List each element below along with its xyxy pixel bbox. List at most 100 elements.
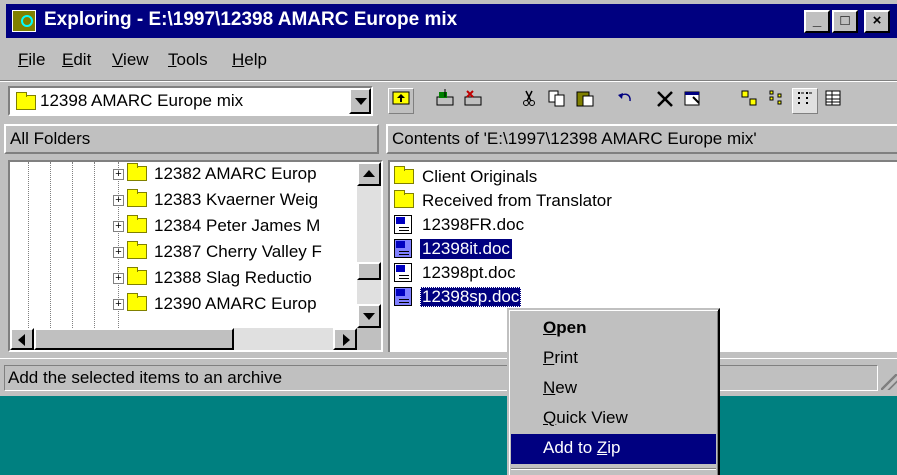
undo-icon[interactable] xyxy=(612,88,638,114)
title-bar[interactable]: Exploring - E:\1997\12398 AMARC Europe m… xyxy=(6,4,897,38)
folder-icon xyxy=(127,241,147,264)
expand-plus-icon[interactable]: + xyxy=(113,273,124,284)
up-one-level-icon[interactable] xyxy=(388,88,414,114)
file-name: Received from Translator xyxy=(422,191,612,210)
tree-guide-line xyxy=(50,162,51,328)
status-bar: Add the selected items to an archive xyxy=(0,358,897,394)
tree-item-label: 12384 Peter James M xyxy=(154,216,321,235)
menu-help[interactable]: Help xyxy=(232,50,267,70)
scroll-up-button[interactable] xyxy=(357,162,381,186)
word-document-icon xyxy=(394,215,412,239)
contents-header: Contents of 'E:\1997\12398 AMARC Europe … xyxy=(386,124,897,154)
file-name: 12398it.doc xyxy=(420,239,512,259)
word-document-icon xyxy=(394,239,412,263)
folder-icon xyxy=(127,189,147,212)
expand-plus-icon[interactable]: + xyxy=(113,299,124,310)
menu-file-label: ile xyxy=(28,50,46,69)
ctx-quickview-accel: Q xyxy=(543,408,557,427)
ctx-addzip-label: ip xyxy=(607,438,621,457)
context-menu-quick-view[interactable]: Quick View xyxy=(511,404,716,434)
file-name: 12398sp.doc xyxy=(420,287,522,307)
scrollbar-corner xyxy=(357,328,381,350)
paste-icon[interactable] xyxy=(572,88,598,114)
menu-tools-label: ools xyxy=(176,50,208,69)
tree-item-label: 12387 Cherry Valley F xyxy=(154,242,322,261)
ctx-addzip-prefix: Add to xyxy=(543,438,597,457)
folder-icon xyxy=(394,166,414,189)
menu-edit-label: dit xyxy=(73,50,92,69)
file-name: Client Originals xyxy=(422,167,538,186)
tree-item-label: 12383 Kvaerner Weig xyxy=(154,190,319,209)
menu-tools-accel: T xyxy=(168,50,177,69)
ctx-new-label: ew xyxy=(555,378,578,397)
tree-vertical-scrollbar[interactable] xyxy=(357,162,381,328)
folder-icon xyxy=(127,267,147,290)
all-folders-header: All Folders xyxy=(4,124,379,154)
menu-bar: File Edit View Tools Help xyxy=(0,46,897,74)
context-menu-add-to-zip[interactable]: Add to Zip xyxy=(511,434,716,464)
explorer-app-icon[interactable] xyxy=(12,10,36,32)
address-combo[interactable]: 12398 AMARC Europe mix xyxy=(8,86,373,116)
word-document-icon xyxy=(394,287,412,311)
menu-tools[interactable]: Tools xyxy=(168,50,208,70)
close-button[interactable]: × xyxy=(864,10,890,33)
context-menu-separator xyxy=(511,468,716,470)
address-dropdown-button[interactable] xyxy=(349,88,371,114)
menu-view-label: iew xyxy=(123,50,149,69)
folder-icon xyxy=(16,92,36,115)
folder-icon xyxy=(127,293,147,316)
scroll-thumb[interactable] xyxy=(357,262,381,280)
horizontal-scroll-thumb[interactable] xyxy=(34,328,234,350)
expand-plus-icon[interactable]: + xyxy=(113,221,124,232)
tree-item-label: 12382 AMARC Europ xyxy=(154,164,317,183)
expand-plus-icon[interactable]: + xyxy=(113,195,124,206)
menu-view[interactable]: View xyxy=(112,50,149,70)
folder-icon xyxy=(394,190,414,213)
list-view-icon[interactable] xyxy=(792,88,818,114)
ctx-addzip-accel: Z xyxy=(596,438,608,457)
expand-plus-icon[interactable]: + xyxy=(113,247,124,258)
small-icons-view-icon[interactable] xyxy=(764,88,790,114)
ctx-open-label: pen xyxy=(556,318,587,337)
resize-grip-icon[interactable] xyxy=(881,374,897,390)
scroll-right-button[interactable] xyxy=(333,328,357,350)
menu-edit[interactable]: Edit xyxy=(62,50,91,70)
copy-icon[interactable] xyxy=(544,88,570,114)
disconnect-drive-icon[interactable] xyxy=(460,88,486,114)
minimize-button[interactable]: _ xyxy=(804,10,830,33)
expand-plus-icon[interactable]: + xyxy=(113,169,124,180)
file-name: 12398pt.doc xyxy=(422,263,516,282)
ctx-quickview-label: uick View xyxy=(556,408,628,427)
file-name: 12398FR.doc xyxy=(422,215,525,234)
tree-guide-line xyxy=(72,162,73,328)
maximize-button[interactable]: □ xyxy=(832,10,858,33)
menu-edit-accel: E xyxy=(62,50,74,69)
context-menu-print[interactable]: Print xyxy=(511,344,716,374)
folder-icon xyxy=(127,163,147,186)
context-menu-new[interactable]: New xyxy=(511,374,716,404)
status-text: Add the selected items to an archive xyxy=(4,365,878,391)
ctx-print-label: rint xyxy=(554,348,578,367)
scroll-left-button[interactable] xyxy=(10,328,34,350)
properties-icon[interactable] xyxy=(680,88,706,114)
menu-help-accel: H xyxy=(232,50,245,69)
details-view-icon[interactable] xyxy=(820,88,846,114)
menu-divider xyxy=(0,80,897,82)
menu-file[interactable]: File xyxy=(18,50,45,70)
ctx-print-accel: P xyxy=(543,348,555,367)
menu-file-accel: F xyxy=(18,50,29,69)
large-icons-view-icon[interactable] xyxy=(736,88,762,114)
scroll-down-button[interactable] xyxy=(357,304,381,328)
explorer-window: Exploring - E:\1997\12398 AMARC Europe m… xyxy=(0,0,897,396)
tree-horizontal-scrollbar[interactable] xyxy=(10,328,357,350)
cut-icon[interactable] xyxy=(516,88,542,114)
context-menu-open[interactable]: Open xyxy=(511,314,716,344)
delete-icon[interactable] xyxy=(652,88,678,114)
folder-icon xyxy=(127,215,147,238)
map-drive-icon[interactable] xyxy=(432,88,458,114)
folder-tree[interactable]: + 12382 AMARC Europ + 12383 Kvaerner Wei… xyxy=(8,160,383,352)
window-title: Exploring - E:\1997\12398 AMARC Europe m… xyxy=(44,9,458,30)
context-menu: Open Print New Quick View Add to Zip xyxy=(507,308,720,475)
ctx-new-accel: N xyxy=(543,378,556,397)
tree-item-label: 12390 AMARC Europ xyxy=(154,294,317,313)
